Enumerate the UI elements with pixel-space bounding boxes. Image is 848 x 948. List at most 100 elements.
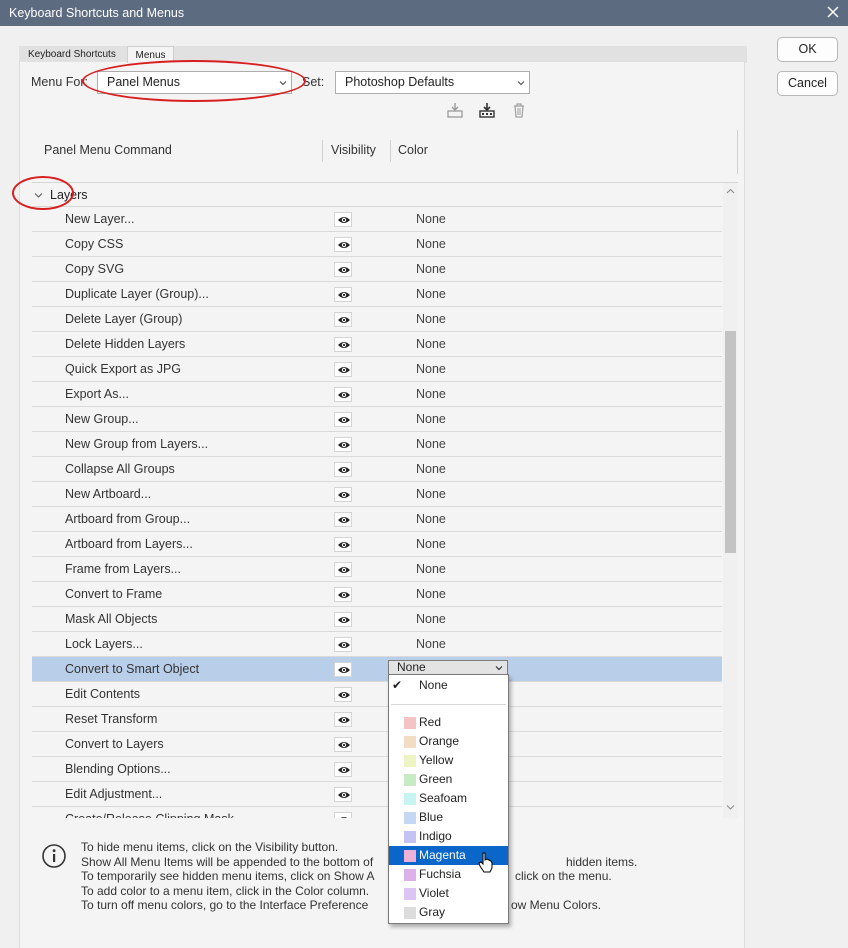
command-name: Delete Layer (Group)	[65, 312, 183, 326]
color-option-violet[interactable]: Violet	[389, 884, 508, 903]
visibility-toggle[interactable]	[334, 537, 352, 552]
visibility-toggle[interactable]	[334, 562, 352, 577]
scrollbar-thumb[interactable]	[725, 331, 736, 553]
color-value[interactable]: None	[416, 237, 446, 251]
visibility-toggle[interactable]	[334, 812, 352, 818]
color-value[interactable]: None	[416, 287, 446, 301]
visibility-toggle[interactable]	[334, 587, 352, 602]
table-row[interactable]: Convert to Frame None	[32, 582, 722, 607]
table-row[interactable]: Collapse All Groups None	[32, 457, 722, 482]
visibility-toggle[interactable]	[334, 412, 352, 427]
color-option-gray[interactable]: Gray	[389, 903, 508, 922]
table-row[interactable]: Create/Release Clipping Mask	[32, 807, 722, 818]
table-row[interactable]: Duplicate Layer (Group)... None	[32, 282, 722, 307]
table-row[interactable]: Copy SVG None	[32, 257, 722, 282]
list-scrollbar[interactable]	[723, 183, 738, 818]
color-value[interactable]: None	[416, 462, 446, 476]
table-row[interactable]: Artboard from Layers... None	[32, 532, 722, 557]
tab-menus[interactable]: Menus	[127, 46, 174, 63]
table-row[interactable]: Artboard from Group... None	[32, 507, 722, 532]
color-option-yellow[interactable]: Yellow	[389, 751, 508, 770]
color-option-green[interactable]: Green	[389, 770, 508, 789]
menu-for-select[interactable]: Panel Menus	[97, 71, 292, 94]
visibility-toggle[interactable]	[334, 762, 352, 777]
table-row[interactable]: New Group from Layers... None	[32, 432, 722, 457]
table-row[interactable]: Delete Hidden Layers None	[32, 332, 722, 357]
color-value[interactable]: None	[416, 387, 446, 401]
color-value[interactable]: None	[416, 212, 446, 226]
chevron-down-icon	[517, 81, 525, 86]
cancel-button[interactable]: Cancel	[777, 71, 838, 96]
close-icon[interactable]	[824, 3, 842, 21]
table-row[interactable]: Mask All Objects None	[32, 607, 722, 632]
visibility-toggle[interactable]	[334, 687, 352, 702]
color-option-orange[interactable]: Orange	[389, 732, 508, 751]
table-row[interactable]: Delete Layer (Group) None	[32, 307, 722, 332]
visibility-toggle[interactable]	[334, 387, 352, 402]
color-value[interactable]: None	[416, 537, 446, 551]
visibility-toggle[interactable]	[334, 337, 352, 352]
table-row[interactable]: Frame from Layers... None	[32, 557, 722, 582]
save-set-icon[interactable]	[446, 101, 464, 119]
table-row[interactable]: Quick Export as JPG None	[32, 357, 722, 382]
color-value[interactable]: None	[416, 437, 446, 451]
color-option-red[interactable]: Red	[389, 713, 508, 732]
color-option-seafoam[interactable]: Seafoam	[389, 789, 508, 808]
visibility-toggle[interactable]	[334, 237, 352, 252]
color-value[interactable]: None	[416, 587, 446, 601]
visibility-toggle[interactable]	[334, 712, 352, 727]
visibility-toggle[interactable]	[334, 512, 352, 527]
color-value[interactable]: None	[416, 487, 446, 501]
visibility-toggle[interactable]	[334, 287, 352, 302]
visibility-toggle[interactable]	[334, 787, 352, 802]
table-row[interactable]: Convert to Layers	[32, 732, 722, 757]
color-value[interactable]: None	[416, 337, 446, 351]
table-row[interactable]: Copy CSS None	[32, 232, 722, 257]
table-row[interactable]: Export As... None	[32, 382, 722, 407]
table-row[interactable]: Lock Layers... None	[32, 632, 722, 657]
table-row[interactable]: New Layer... None	[32, 207, 722, 232]
delete-set-icon[interactable]	[510, 101, 528, 119]
table-row[interactable]: Reset Transform	[32, 707, 722, 732]
table-row[interactable]: Edit Adjustment...	[32, 782, 722, 807]
visibility-toggle[interactable]	[334, 612, 352, 627]
table-row[interactable]: Edit Contents	[32, 682, 722, 707]
color-option-none[interactable]: ✔ None	[389, 676, 508, 695]
table-row[interactable]: Blending Options...	[32, 757, 722, 782]
visibility-toggle[interactable]	[334, 637, 352, 652]
color-option-indigo[interactable]: Indigo	[389, 827, 508, 846]
visibility-toggle[interactable]	[334, 462, 352, 477]
save-set-as-icon[interactable]	[478, 101, 496, 119]
color-value[interactable]: None	[416, 312, 446, 326]
table-row[interactable]: Convert to Smart Object None	[32, 657, 722, 682]
color-value[interactable]: None	[416, 512, 446, 526]
color-value[interactable]: None	[416, 562, 446, 576]
table-row[interactable]: New Artboard... None	[32, 482, 722, 507]
scroll-down-icon[interactable]	[726, 803, 735, 812]
ok-button[interactable]: OK	[777, 37, 838, 62]
color-option-blue[interactable]: Blue	[389, 808, 508, 827]
visibility-toggle[interactable]	[334, 312, 352, 327]
visibility-toggle[interactable]	[334, 262, 352, 277]
color-value[interactable]: None	[416, 362, 446, 376]
color-value[interactable]: None	[416, 262, 446, 276]
chevron-down-icon[interactable]	[34, 191, 43, 200]
eye-icon	[338, 392, 350, 398]
visibility-toggle[interactable]	[334, 487, 352, 502]
visibility-toggle[interactable]	[334, 362, 352, 377]
visibility-toggle[interactable]	[334, 437, 352, 452]
color-value[interactable]: None	[416, 412, 446, 426]
column-header-visibility: Visibility	[331, 143, 376, 157]
color-value[interactable]: None	[416, 637, 446, 651]
visibility-toggle[interactable]	[334, 737, 352, 752]
eye-icon	[338, 267, 350, 273]
scroll-up-icon[interactable]	[726, 187, 735, 196]
table-row[interactable]: New Group... None	[32, 407, 722, 432]
tab-keyboard-shortcuts[interactable]: Keyboard Shortcuts	[22, 46, 122, 63]
visibility-toggle[interactable]	[334, 662, 352, 677]
set-select[interactable]: Photoshop Defaults	[335, 71, 530, 94]
group-row-layers[interactable]: Layers	[32, 183, 722, 207]
color-select[interactable]: None	[388, 660, 508, 675]
color-value[interactable]: None	[416, 612, 446, 626]
visibility-toggle[interactable]	[334, 212, 352, 227]
